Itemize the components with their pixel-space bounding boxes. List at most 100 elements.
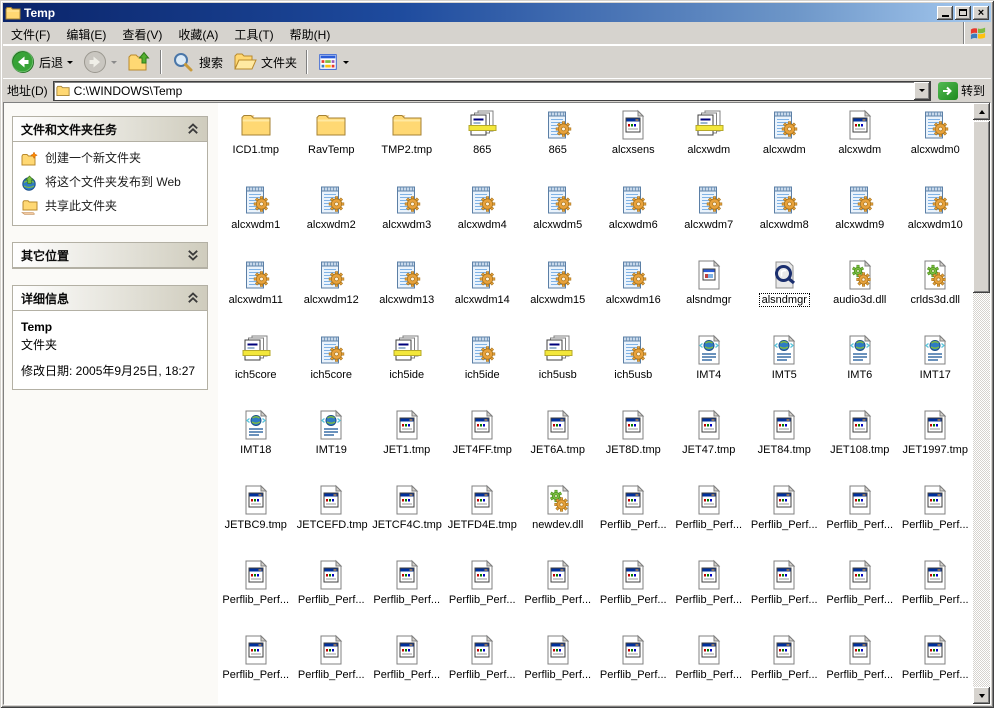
- panel-header[interactable]: 详细信息: [13, 286, 207, 311]
- panel-header[interactable]: 文件和文件夹任务: [13, 117, 207, 142]
- close-button[interactable]: ×: [973, 6, 989, 20]
- file-item[interactable]: JETCEFD.tmp: [294, 479, 370, 554]
- task-item-share-folder[interactable]: 共享此文件夹: [21, 199, 201, 215]
- back-dropdown-icon[interactable]: [67, 61, 73, 64]
- file-item[interactable]: RavTemp: [294, 104, 370, 179]
- file-item[interactable]: Perflib_Perf...: [596, 479, 672, 554]
- address-dropdown-button[interactable]: [914, 82, 930, 100]
- forward-dropdown-icon[interactable]: [111, 61, 117, 64]
- file-item[interactable]: 865: [520, 104, 596, 179]
- file-item[interactable]: alcxwdm11: [218, 254, 294, 329]
- menu-help[interactable]: 帮助(H): [282, 22, 339, 44]
- file-item[interactable]: JET108.tmp: [822, 404, 898, 479]
- search-button[interactable]: 搜索: [167, 48, 227, 76]
- file-item[interactable]: alcxwdm12: [294, 254, 370, 329]
- menu-file[interactable]: 文件(F): [3, 22, 58, 44]
- views-button[interactable]: [313, 49, 353, 75]
- scroll-thumb[interactable]: [973, 121, 990, 293]
- file-item[interactable]: JET84.tmp: [747, 404, 823, 479]
- file-item[interactable]: alcxwdm7: [671, 179, 747, 254]
- scroll-down-button[interactable]: [973, 687, 990, 704]
- file-item[interactable]: alcxwdm13: [369, 254, 445, 329]
- menu-view[interactable]: 查看(V): [114, 22, 170, 44]
- file-item[interactable]: Perflib_Perf...: [822, 629, 898, 704]
- file-item[interactable]: Perflib_Perf...: [898, 629, 974, 704]
- file-item[interactable]: alcxwdm16: [596, 254, 672, 329]
- menu-favorites[interactable]: 收藏(A): [170, 22, 226, 44]
- file-item[interactable]: IMT17: [898, 329, 974, 404]
- file-item[interactable]: Perflib_Perf...: [445, 629, 521, 704]
- file-item[interactable]: JETFD4E.tmp: [445, 479, 521, 554]
- file-item[interactable]: alcxwdm5: [520, 179, 596, 254]
- file-item[interactable]: alcxwdm4: [445, 179, 521, 254]
- file-item[interactable]: JET1.tmp: [369, 404, 445, 479]
- file-item[interactable]: alsndmgr: [747, 254, 823, 329]
- file-item[interactable]: JET1997.tmp: [898, 404, 974, 479]
- file-item[interactable]: Perflib_Perf...: [898, 479, 974, 554]
- file-item[interactable]: alcxwdm8: [747, 179, 823, 254]
- chevron-down-icon[interactable]: [187, 249, 199, 261]
- file-item[interactable]: Perflib_Perf...: [671, 554, 747, 629]
- file-item[interactable]: Perflib_Perf...: [822, 554, 898, 629]
- task-item-new-folder[interactable]: 创建一个新文件夹: [21, 151, 201, 167]
- file-item[interactable]: alsndmgr: [671, 254, 747, 329]
- file-item[interactable]: alcxwdm10: [898, 179, 974, 254]
- file-item[interactable]: alcxwdm0: [898, 104, 974, 179]
- forward-button[interactable]: [79, 48, 121, 76]
- maximize-button[interactable]: [955, 6, 971, 20]
- file-item[interactable]: alcxwdm9: [822, 179, 898, 254]
- file-item[interactable]: IMT4: [671, 329, 747, 404]
- back-button[interactable]: 后退: [7, 48, 77, 76]
- file-item[interactable]: ich5usb: [520, 329, 596, 404]
- file-item[interactable]: alcxwdm15: [520, 254, 596, 329]
- file-item[interactable]: Perflib_Perf...: [747, 479, 823, 554]
- file-item[interactable]: JET6A.tmp: [520, 404, 596, 479]
- file-item[interactable]: newdev.dll: [520, 479, 596, 554]
- file-item[interactable]: Perflib_Perf...: [671, 479, 747, 554]
- vertical-scrollbar[interactable]: [973, 103, 990, 704]
- folders-button[interactable]: 文件夹: [229, 48, 301, 76]
- file-item[interactable]: alcxwdm14: [445, 254, 521, 329]
- file-item[interactable]: Perflib_Perf...: [294, 554, 370, 629]
- file-item[interactable]: TMP2.tmp: [369, 104, 445, 179]
- file-item[interactable]: Perflib_Perf...: [596, 629, 672, 704]
- file-item[interactable]: Perflib_Perf...: [294, 629, 370, 704]
- file-item[interactable]: ich5ide: [445, 329, 521, 404]
- task-item-publish-web[interactable]: 将这个文件夹发布到 Web: [21, 175, 201, 191]
- file-item[interactable]: Perflib_Perf...: [218, 629, 294, 704]
- file-item[interactable]: alcxwdm2: [294, 179, 370, 254]
- up-button[interactable]: [123, 48, 155, 76]
- file-item[interactable]: Perflib_Perf...: [822, 479, 898, 554]
- file-item[interactable]: alcxsens: [596, 104, 672, 179]
- file-item[interactable]: Perflib_Perf...: [596, 554, 672, 629]
- file-item[interactable]: alcxwdm3: [369, 179, 445, 254]
- file-item[interactable]: Perflib_Perf...: [369, 629, 445, 704]
- file-item[interactable]: alcxwdm1: [218, 179, 294, 254]
- views-dropdown-icon[interactable]: [343, 61, 349, 64]
- file-item[interactable]: IMT5: [747, 329, 823, 404]
- file-item[interactable]: Perflib_Perf...: [747, 629, 823, 704]
- menu-edit[interactable]: 编辑(E): [58, 22, 114, 44]
- go-button[interactable]: 转到: [936, 82, 987, 100]
- file-item[interactable]: JET47.tmp: [671, 404, 747, 479]
- file-item[interactable]: Perflib_Perf...: [520, 629, 596, 704]
- file-item[interactable]: Perflib_Perf...: [747, 554, 823, 629]
- file-item[interactable]: ich5core: [294, 329, 370, 404]
- chevron-up-icon[interactable]: [187, 292, 199, 304]
- file-item[interactable]: Perflib_Perf...: [671, 629, 747, 704]
- file-item[interactable]: JETCF4C.tmp: [369, 479, 445, 554]
- file-item[interactable]: Perflib_Perf...: [898, 554, 974, 629]
- file-item[interactable]: Perflib_Perf...: [218, 554, 294, 629]
- menu-tools[interactable]: 工具(T): [226, 22, 281, 44]
- file-item[interactable]: ICD1.tmp: [218, 104, 294, 179]
- file-item[interactable]: alcxwdm6: [596, 179, 672, 254]
- file-item[interactable]: IMT19: [294, 404, 370, 479]
- scroll-up-button[interactable]: [973, 103, 990, 120]
- chevron-up-icon[interactable]: [187, 123, 199, 135]
- file-item[interactable]: alcxwdm: [671, 104, 747, 179]
- file-item[interactable]: ich5ide: [369, 329, 445, 404]
- file-item[interactable]: alcxwdm: [747, 104, 823, 179]
- file-item[interactable]: ich5usb: [596, 329, 672, 404]
- file-item[interactable]: 865: [445, 104, 521, 179]
- file-item[interactable]: JET8D.tmp: [596, 404, 672, 479]
